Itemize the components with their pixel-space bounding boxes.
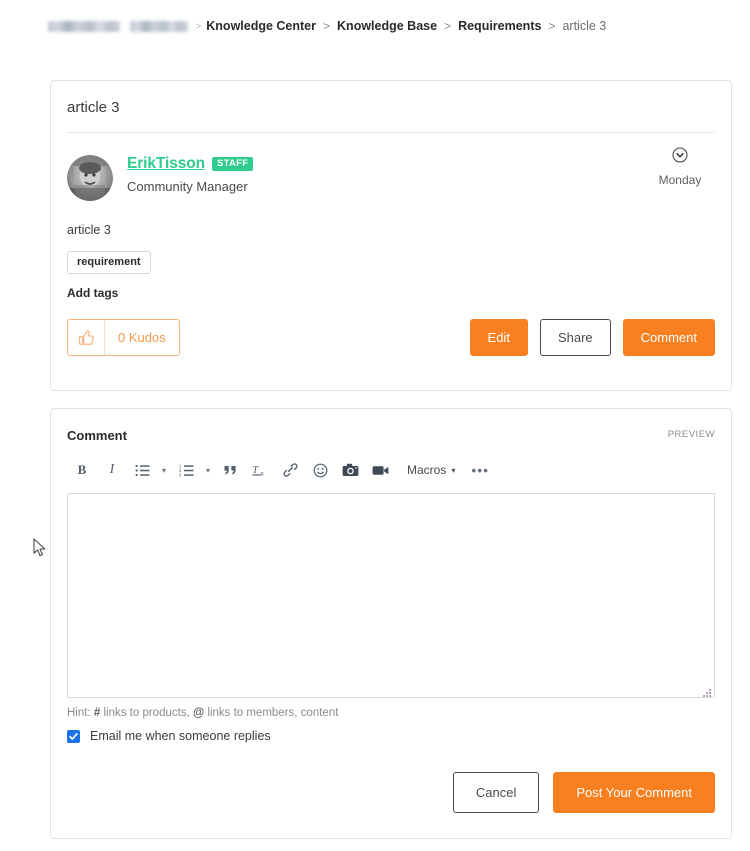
comment-header: Comment PREVIEW [51, 409, 731, 445]
camera-icon[interactable] [335, 457, 365, 483]
editor-toolbar: B I ▾ 1 2 3 ▾ T x Macros ▾ ••• [51, 445, 731, 483]
bold-icon[interactable]: B [67, 457, 97, 483]
clear-formatting-icon[interactable]: T x [245, 457, 275, 483]
status-badge: STAFF [211, 157, 254, 171]
italic-icon[interactable]: I [97, 457, 127, 483]
macros-label: Macros [407, 463, 447, 477]
bulleted-list-caret-icon[interactable]: ▾ [157, 457, 171, 483]
link-icon[interactable] [275, 457, 305, 483]
avatar[interactable] [67, 155, 113, 201]
redacted-logo-block-1 [48, 20, 120, 32]
comment-textarea-wrapper[interactable] [67, 493, 715, 698]
breadcrumb-item-knowledge-base[interactable]: Knowledge Base [337, 19, 437, 33]
chevron-down-circle-icon[interactable] [645, 147, 715, 168]
breadcrumb-separator-2: > [444, 19, 452, 33]
author-name[interactable]: ErikTisson [127, 155, 205, 173]
edit-button[interactable]: Edit [469, 319, 528, 356]
overflow-menu-icon[interactable]: ••• [461, 457, 499, 483]
author-row: ErikTisson STAFF Community Manager Monda… [51, 133, 731, 201]
numbered-list-icon[interactable]: 1 2 3 [171, 457, 201, 483]
svg-text:x: x [261, 471, 265, 477]
mouse-cursor [33, 538, 47, 558]
tag-list: requirement [51, 237, 731, 274]
comment-section-label: Comment [67, 428, 127, 443]
preview-toggle[interactable]: PREVIEW [668, 429, 715, 440]
redacted-logo-block-2 [130, 20, 188, 32]
macros-dropdown[interactable]: Macros ▾ [395, 457, 461, 483]
hint-hash-symbol: # [93, 707, 101, 719]
blockquote-icon[interactable] [215, 457, 245, 483]
breadcrumb-item-knowledge-center[interactable]: Knowledge Center [206, 19, 316, 33]
comment-footer-buttons: Cancel Post Your Comment [51, 743, 731, 813]
kudos-count: 0 Kudos [118, 330, 166, 345]
article-action-row: 0 Kudos Edit Share Comment [51, 300, 731, 370]
breadcrumb-item-current: article 3 [562, 19, 607, 33]
hint-prefix: Hint: [67, 707, 91, 719]
emoji-icon[interactable] [305, 457, 335, 483]
resize-handle[interactable] [702, 685, 712, 697]
comment-card: Comment PREVIEW B I ▾ 1 2 3 ▾ T x Macros… [50, 408, 732, 839]
notify-checkbox-label[interactable]: Email me when someone replies [90, 729, 271, 743]
author-meta: ErikTisson STAFF Community Manager [127, 153, 254, 194]
bulleted-list-icon[interactable] [127, 457, 157, 483]
author-role: Community Manager [127, 179, 248, 194]
breadcrumb: > Knowledge Center > Knowledge Base > Re… [0, 0, 750, 52]
kudos-button[interactable]: 0 Kudos [67, 319, 180, 356]
notify-checkbox[interactable] [67, 729, 80, 743]
breadcrumb-separator-1: > [323, 19, 331, 33]
breadcrumb-separator-0: > [196, 21, 202, 31]
article-body: article 3 [67, 223, 111, 237]
macros-caret-icon: ▾ [451, 465, 456, 475]
svg-text:3: 3 [179, 472, 182, 476]
post-meta: Monday [645, 147, 715, 187]
add-tags-link[interactable]: Add tags [51, 274, 731, 300]
video-icon[interactable] [365, 457, 395, 483]
share-button[interactable]: Share [539, 319, 611, 356]
notify-checkbox-row: Email me when someone replies [51, 719, 731, 743]
hint-at-symbol: @ [192, 707, 205, 719]
cancel-button[interactable]: Cancel [452, 772, 540, 813]
post-date: Monday [658, 173, 702, 187]
numbered-list-caret-icon[interactable]: ▾ [201, 457, 215, 483]
page-title: article 3 [67, 99, 120, 116]
post-comment-button[interactable]: Post Your Comment [553, 772, 715, 813]
breadcrumb-item-requirements[interactable]: Requirements [458, 19, 541, 33]
article-buttons: Edit Share Comment [469, 319, 715, 356]
tag-requirement[interactable]: requirement [67, 251, 151, 274]
comment-button[interactable]: Comment [622, 319, 715, 356]
article-card: article 3 ErikTisson STAFF Community Man… [50, 80, 732, 391]
editor-hint: Hint: # links to products, @ links to me… [51, 698, 731, 719]
thumbs-up-icon [68, 320, 105, 355]
comment-textarea[interactable] [68, 494, 714, 697]
hint-at-text: links to members, content [207, 707, 339, 719]
hint-hash-text: links to products, [103, 707, 190, 719]
breadcrumb-separator-3: > [548, 19, 556, 33]
